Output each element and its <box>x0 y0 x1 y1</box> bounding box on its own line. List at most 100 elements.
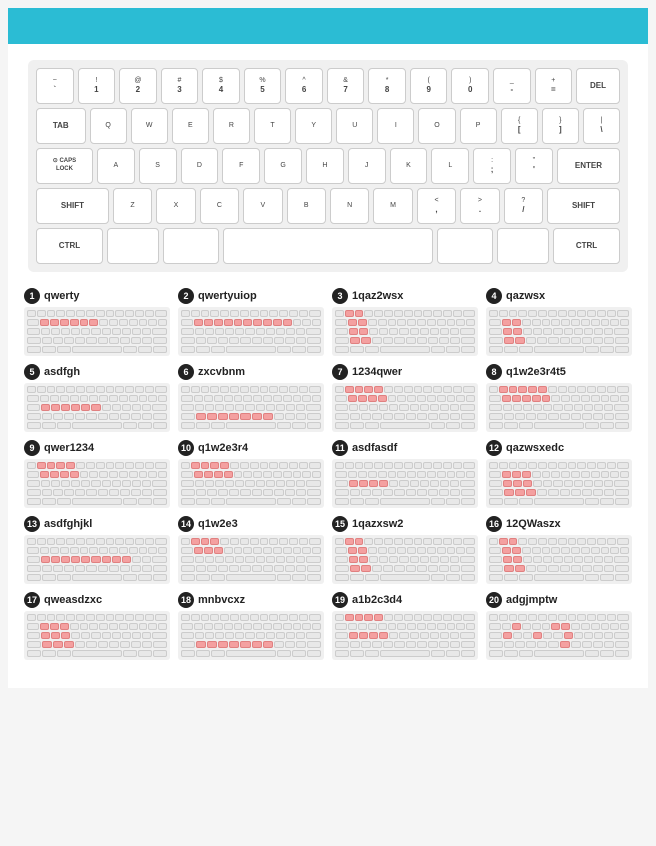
mini-key-r3-11 <box>307 489 321 496</box>
mini-row-1 <box>489 395 629 402</box>
mini-key-r1-9 <box>119 395 128 402</box>
mini-key-r4-2 <box>365 574 379 581</box>
mini-key-r2-6 <box>553 632 562 639</box>
mini-key-r2-0 <box>489 556 502 563</box>
mini-key-r4-3 <box>226 498 276 505</box>
mini-key-r3-1 <box>42 413 52 420</box>
mini-key-r0-9 <box>423 386 432 393</box>
mini-key-r0-1 <box>345 614 354 621</box>
mini-key-r4-2 <box>57 422 71 429</box>
mini-key-r3-10 <box>450 641 460 648</box>
mini-key-r3-1 <box>350 337 360 344</box>
mini-key-r1-12 <box>148 471 157 478</box>
mini-keyboard-9 <box>24 459 170 508</box>
mini-key-r1-12 <box>456 395 465 402</box>
mini-key-r2-6 <box>91 632 100 639</box>
mini-key-r2-7 <box>564 480 573 487</box>
mini-key-r4-2 <box>519 574 533 581</box>
mini-key-r0-13 <box>309 614 321 621</box>
mini-key-r2-5 <box>81 556 90 563</box>
mini-key-r4-1 <box>196 574 210 581</box>
mini-key-r1-4 <box>70 471 79 478</box>
mini-key-r3-9 <box>131 641 141 648</box>
mini-key-r0-8 <box>260 614 269 621</box>
mini-key-r1-6 <box>551 319 560 326</box>
mini-key-r1-6 <box>243 623 252 630</box>
pattern-item-1: 1qwerty <box>24 288 170 356</box>
mini-key-r3-9 <box>439 413 449 420</box>
mini-key-r2-6 <box>245 328 254 335</box>
mini-key-r0-9 <box>269 310 278 317</box>
mini-key-r1-12 <box>302 547 311 554</box>
mini-key-r3-2 <box>361 565 371 572</box>
mini-key-r2-5 <box>389 632 398 639</box>
mini-key-r3-6 <box>252 565 262 572</box>
mini-row-3 <box>27 641 167 648</box>
mini-key-r2-11 <box>450 632 459 639</box>
mini-key-r0-7 <box>250 310 259 317</box>
mini-key-r0-0 <box>335 310 344 317</box>
mini-key-r1-12 <box>302 471 311 478</box>
mini-key-r1-9 <box>581 471 590 478</box>
mini-key-r1-5 <box>388 319 397 326</box>
mini-key-r2-12 <box>152 480 167 487</box>
mini-key-r2-2 <box>51 328 60 335</box>
mini-key-r4-2 <box>211 346 225 353</box>
key-r: R <box>213 108 250 144</box>
mini-key-r1-7 <box>253 547 262 554</box>
mini-key-r1-13 <box>158 471 167 478</box>
mini-key-r4-3 <box>534 346 584 353</box>
mini-row-0 <box>27 310 167 317</box>
mini-key-r2-9 <box>276 328 285 335</box>
mini-key-r1-8 <box>109 319 118 326</box>
mini-key-r1-7 <box>407 623 416 630</box>
mini-row-2 <box>27 404 167 411</box>
mini-key-r2-4 <box>379 480 388 487</box>
mini-key-r1-7 <box>253 623 262 630</box>
mini-key-r1-10 <box>437 623 446 630</box>
mini-key-r2-1 <box>349 404 358 411</box>
mini-row-4 <box>27 650 167 657</box>
mini-key-r3-4 <box>537 413 547 420</box>
mini-key-r1-8 <box>109 623 118 630</box>
mini-key-r2-0 <box>27 556 40 563</box>
mini-key-r3-2 <box>361 337 371 344</box>
mini-key-r2-11 <box>604 404 613 411</box>
mini-key-r3-4 <box>383 413 393 420</box>
mini-key-r3-4 <box>537 337 547 344</box>
mini-key-r1-10 <box>283 395 292 402</box>
mini-key-r3-10 <box>142 413 152 420</box>
mini-key-r2-7 <box>256 632 265 639</box>
mini-key-r4-0 <box>489 422 503 429</box>
mini-key-r2-8 <box>266 328 275 335</box>
key-equals: += <box>535 68 573 104</box>
mini-row-0 <box>181 386 321 393</box>
key-h: H <box>306 148 344 184</box>
mini-row-1 <box>489 471 629 478</box>
mini-key-r1-2 <box>204 623 213 630</box>
mini-key-r2-10 <box>440 480 449 487</box>
mini-key-r1-1 <box>502 395 511 402</box>
mini-key-r2-5 <box>543 632 552 639</box>
mini-row-2 <box>181 404 321 411</box>
mini-row-2 <box>335 480 475 487</box>
mini-key-r3-1 <box>42 565 52 572</box>
mini-key-r1-2 <box>512 547 521 554</box>
key-z: Z <box>113 188 152 224</box>
mini-key-r1-9 <box>581 319 590 326</box>
key-d: D <box>181 148 219 184</box>
mini-key-r4-4 <box>585 422 599 429</box>
mini-key-r0-4 <box>66 614 75 621</box>
mini-key-r2-2 <box>359 632 368 639</box>
mini-key-r4-5 <box>600 498 614 505</box>
pattern-number-badge-5: 5 <box>24 364 40 380</box>
mini-key-r0-5 <box>384 614 393 621</box>
mini-key-r0-2 <box>355 462 364 469</box>
mini-key-r3-3 <box>64 337 74 344</box>
mini-key-r1-3 <box>522 319 531 326</box>
mini-key-r4-4 <box>123 346 137 353</box>
mini-key-r0-10 <box>433 614 442 621</box>
mini-key-r3-5 <box>548 641 558 648</box>
mini-key-r3-1 <box>196 337 206 344</box>
mini-key-r4-3 <box>226 346 276 353</box>
